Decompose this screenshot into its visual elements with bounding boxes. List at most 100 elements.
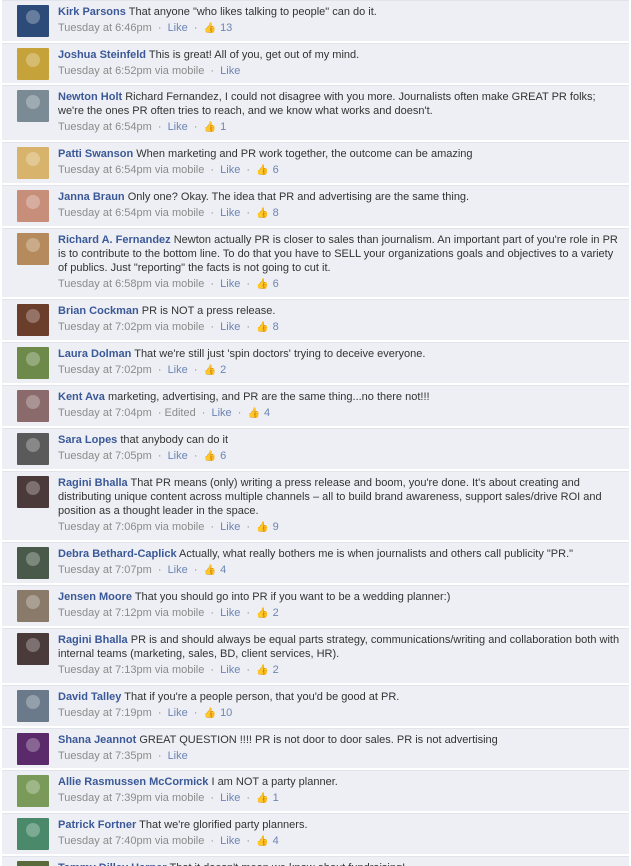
like-link[interactable]: Like [168,707,188,719]
comment-author-link[interactable]: Ragini Bhalla [58,477,128,489]
separator-dot: · [246,164,251,176]
avatar[interactable] [17,733,49,765]
avatar[interactable] [17,347,49,379]
avatar[interactable] [17,233,49,265]
comment-timestamp[interactable]: Tuesday at 7:39pm [58,792,152,804]
comment-author-link[interactable]: Shana Jeannot [58,734,136,746]
like-link[interactable]: Like [220,321,240,333]
comment-body: Debra Bethard-Caplick Actually, what rea… [58,547,621,561]
like-link[interactable]: Like [220,207,240,219]
comment-author-link[interactable]: Janna Braun [58,191,125,203]
comment-timestamp[interactable]: Tuesday at 7:13pm [58,664,152,676]
avatar[interactable] [17,476,49,508]
comment-author-link[interactable]: Kent Ava [58,391,105,403]
comment-author-link[interactable]: Richard A. Fernandez [58,234,171,246]
like-count[interactable]: 👍 4 [204,564,227,576]
like-count[interactable]: 👍 4 [256,835,279,847]
like-link[interactable]: Like [220,664,240,676]
avatar[interactable] [17,90,49,122]
comment-author-link[interactable]: Laura Dolman [58,348,131,360]
comment-timestamp[interactable]: Tuesday at 7:06pm [58,521,152,533]
like-count[interactable]: 👍 8 [256,207,279,219]
avatar[interactable] [17,861,49,866]
like-count[interactable]: 👍 1 [204,121,227,133]
comment-author-link[interactable]: Jensen Moore [58,591,132,603]
like-link[interactable]: Like [220,607,240,619]
comment-author-link[interactable]: Newton Holt [58,91,122,103]
like-link[interactable]: Like [168,121,188,133]
comment: Jensen Moore That you should go into PR … [2,585,629,626]
like-count-value: 4 [220,564,227,576]
like-count[interactable]: 👍 8 [256,321,279,333]
avatar[interactable] [17,433,49,465]
comment-timestamp[interactable]: Tuesday at 7:05pm [58,450,152,462]
comment-edited[interactable]: Edited [165,407,196,419]
like-count[interactable]: 👍 2 [256,664,279,676]
like-count[interactable]: 👍 6 [256,164,279,176]
avatar[interactable] [17,48,49,80]
comment-text: When marketing and PR work together, the… [136,148,473,160]
like-link[interactable]: Like [220,835,240,847]
comment-timestamp[interactable]: Tuesday at 7:07pm [58,564,152,576]
comment-timestamp[interactable]: Tuesday at 7:19pm [58,707,152,719]
avatar[interactable] [17,690,49,722]
comment-author-link[interactable]: Tammy Dilley Harper [58,862,167,866]
like-count[interactable]: 👍 2 [256,607,279,619]
comment-meta: Tuesday at 6:54pm via mobile · Like · 👍 … [58,206,621,221]
like-count[interactable]: 👍 4 [247,407,270,419]
like-link[interactable]: Like [168,364,188,376]
avatar[interactable] [17,304,49,336]
thumbs-up-icon: 👍 [256,279,269,290]
like-count[interactable]: 👍 6 [256,278,279,290]
like-link[interactable]: Like [212,407,232,419]
like-link[interactable]: Like [220,521,240,533]
like-link[interactable]: Like [168,750,188,762]
comment-timestamp[interactable]: Tuesday at 7:40pm [58,835,152,847]
comment-timestamp[interactable]: Tuesday at 6:58pm [58,278,152,290]
comment-author-link[interactable]: Debra Bethard-Caplick [58,548,177,560]
comment-timestamp[interactable]: Tuesday at 6:52pm [58,65,152,77]
like-link[interactable]: Like [168,22,188,34]
comment-timestamp[interactable]: Tuesday at 7:02pm [58,321,152,333]
comment-timestamp[interactable]: Tuesday at 7:35pm [58,750,152,762]
comment-author-link[interactable]: Brian Cockman [58,305,139,317]
like-link[interactable]: Like [220,164,240,176]
comment-timestamp[interactable]: Tuesday at 6:54pm [58,207,152,219]
avatar[interactable] [17,818,49,850]
avatar[interactable] [17,147,49,179]
like-link[interactable]: Like [220,792,240,804]
comment-timestamp[interactable]: Tuesday at 6:54pm [58,164,152,176]
like-count[interactable]: 👍 10 [204,707,233,719]
comment-timestamp[interactable]: Tuesday at 6:54pm [58,121,152,133]
like-link[interactable]: Like [168,564,188,576]
like-link[interactable]: Like [220,65,240,77]
comment-author-link[interactable]: Sara Lopes [58,434,117,446]
avatar[interactable] [17,390,49,422]
comment-timestamp[interactable]: Tuesday at 7:12pm [58,607,152,619]
like-link[interactable]: Like [220,278,240,290]
comment-author-link[interactable]: Joshua Steinfeld [58,49,146,61]
comment-author-link[interactable]: Patrick Fortner [58,819,136,831]
like-count[interactable]: 👍 13 [204,22,233,34]
like-link[interactable]: Like [168,450,188,462]
comment-author-link[interactable]: David Talley [58,691,121,703]
like-count[interactable]: 👍 1 [256,792,279,804]
avatar[interactable] [17,775,49,807]
comment-timestamp[interactable]: Tuesday at 7:04pm [58,407,152,419]
comment-author-link[interactable]: Allie Rasmussen McCormick [58,776,208,788]
avatar[interactable] [17,590,49,622]
separator-dot: · [246,321,251,333]
comment-author-link[interactable]: Patti Swanson [58,148,133,160]
thumbs-up-icon: 👍 [256,665,269,676]
comment-author-link[interactable]: Kirk Parsons [58,6,126,18]
avatar[interactable] [17,633,49,665]
like-count[interactable]: 👍 2 [204,364,227,376]
avatar[interactable] [17,547,49,579]
avatar[interactable] [17,5,49,37]
comment-timestamp[interactable]: Tuesday at 7:02pm [58,364,152,376]
like-count[interactable]: 👍 6 [204,450,227,462]
like-count[interactable]: 👍 9 [256,521,279,533]
avatar[interactable] [17,190,49,222]
comment-author-link[interactable]: Ragini Bhalla [58,634,128,646]
comment-timestamp[interactable]: Tuesday at 6:46pm [58,22,152,34]
